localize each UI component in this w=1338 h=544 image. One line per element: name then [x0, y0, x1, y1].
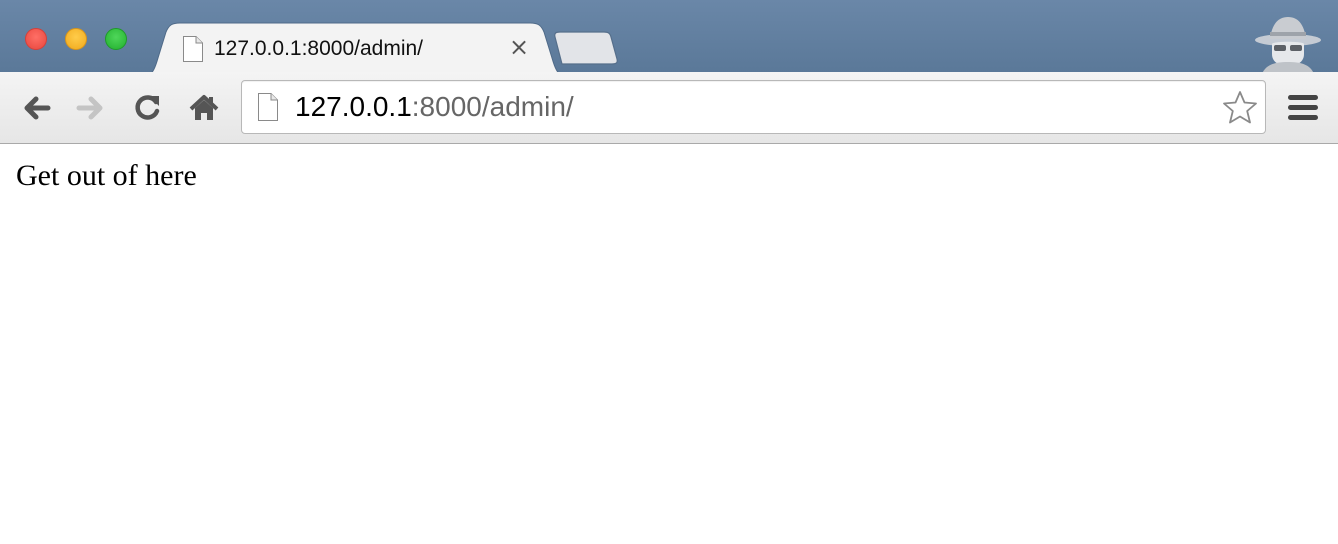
close-icon[interactable]: × [508, 35, 530, 59]
page-content: Get out of here [0, 145, 1338, 544]
url-path: :8000/admin/ [411, 91, 574, 122]
home-icon[interactable] [186, 90, 222, 126]
forward-arrow-icon[interactable] [73, 90, 109, 126]
new-tab-button[interactable] [552, 31, 618, 70]
incognito-icon [1252, 14, 1324, 79]
back-arrow-icon[interactable] [18, 90, 54, 126]
window-minimize-button[interactable] [65, 28, 87, 50]
window-titlebar: 127.0.0.1:8000/admin/ × [0, 0, 1338, 76]
window-zoom-button[interactable] [105, 28, 127, 50]
url-text[interactable]: 127.0.0.1:8000/admin/ [295, 91, 574, 123]
star-icon[interactable] [1222, 90, 1258, 129]
page-body-text: Get out of here [16, 159, 197, 192]
reload-icon[interactable] [129, 90, 165, 126]
page-icon [257, 92, 279, 127]
address-bar[interactable]: 127.0.0.1:8000/admin/ [241, 80, 1266, 134]
tab-active[interactable]: 127.0.0.1:8000/admin/ × [140, 22, 570, 76]
hamburger-menu-icon[interactable] [1286, 92, 1320, 124]
browser-toolbar: 127.0.0.1:8000/admin/ [0, 72, 1338, 144]
tab-title: 127.0.0.1:8000/admin/ [214, 37, 423, 60]
page-icon [182, 35, 204, 68]
window-close-button[interactable] [25, 28, 47, 50]
url-host: 127.0.0.1 [295, 91, 412, 122]
